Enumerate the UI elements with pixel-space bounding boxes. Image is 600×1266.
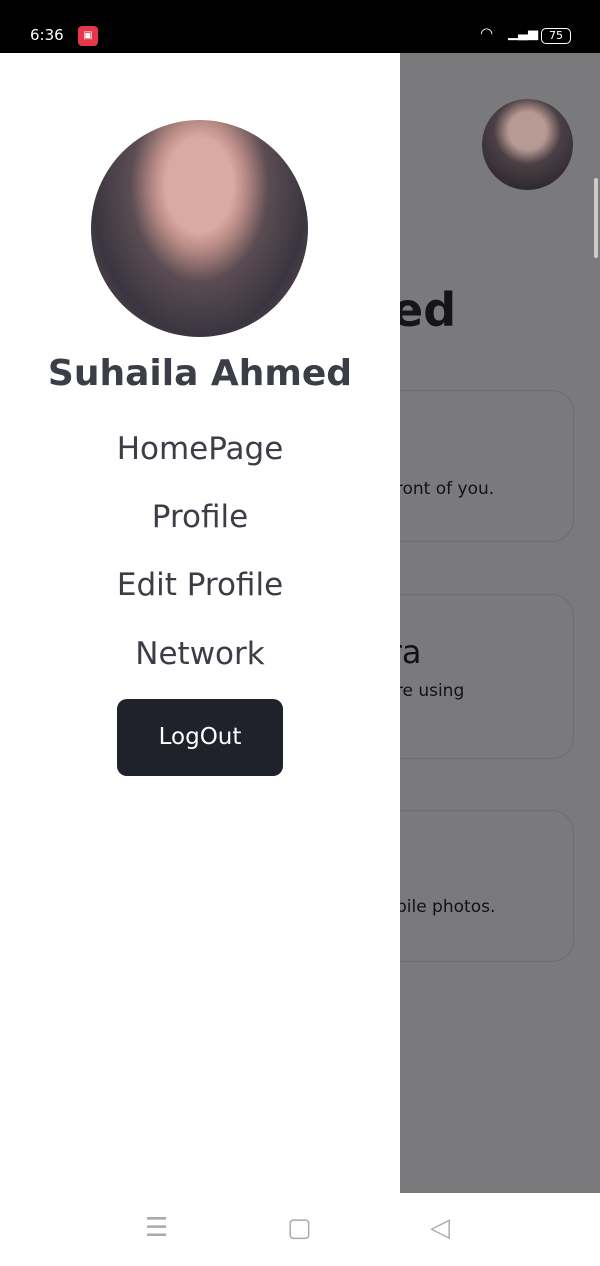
card-description: in front of you. [400, 479, 495, 499]
menu-item-network[interactable]: Network [0, 636, 400, 672]
option-card: mobile photos. [400, 810, 574, 962]
user-name: Suhaila Ahmed [47, 353, 353, 394]
option-card: era efore using [400, 594, 574, 759]
back-icon[interactable]: ◁ [430, 1213, 450, 1243]
scrollbar[interactable] [594, 178, 598, 258]
page-title: ed [400, 283, 457, 337]
card-title: ra [400, 431, 402, 469]
wifi-icon: ◠ [480, 24, 494, 42]
option-card: ra in front of you. [400, 390, 574, 542]
menu-icon[interactable]: ☰ [145, 1213, 168, 1243]
profile-avatar [91, 120, 308, 337]
dimmed-background-page[interactable]: ed ra in front of you. era efore using m… [400, 53, 600, 1193]
menu-item-homepage[interactable]: HomePage [0, 431, 400, 467]
card-description: mobile photos. [400, 897, 496, 917]
card-title: era [400, 633, 422, 671]
header-avatar [482, 99, 573, 190]
battery-icon: 75 [541, 28, 571, 44]
signal-icon: ▁▃▅ [508, 26, 538, 41]
clock: 6:36 [30, 26, 64, 44]
screen-record-icon: ▣ [78, 26, 98, 46]
home-icon[interactable]: ▢ [287, 1213, 312, 1243]
menu-item-edit-profile[interactable]: Edit Profile [0, 567, 400, 603]
status-bar: 6:36 ▣ ◠ ▁▃▅ 75 [0, 0, 600, 53]
logout-button[interactable]: LogOut [117, 699, 283, 776]
navigation-drawer: Suhaila Ahmed HomePage Profile Edit Prof… [0, 53, 400, 1193]
menu-item-profile[interactable]: Profile [0, 499, 400, 535]
card-description: efore using [400, 681, 465, 701]
system-nav-bar: ☰ ▢ ◁ [0, 1193, 600, 1266]
